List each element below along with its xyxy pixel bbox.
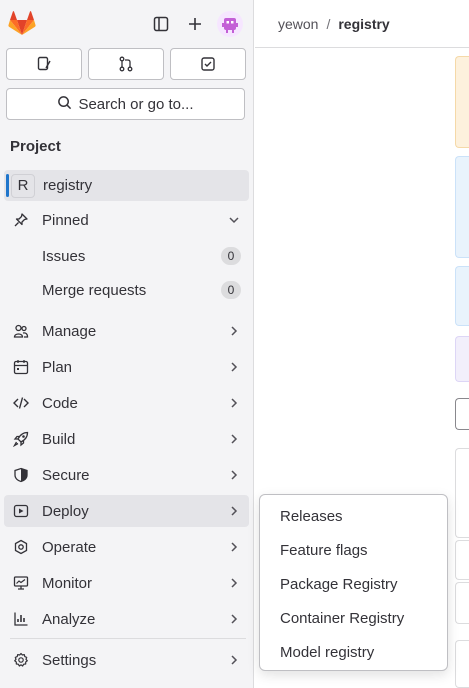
chevron-right-icon	[227, 432, 241, 446]
content-card-stub	[455, 266, 469, 326]
content-card-stub	[455, 540, 469, 580]
chevron-right-icon	[227, 653, 241, 667]
content-card-stub	[455, 336, 469, 382]
nav-label: Manage	[42, 322, 97, 340]
search-button[interactable]: Search or go to...	[6, 88, 245, 120]
deploy-flyout-menu: Releases Feature flags Package Registry …	[259, 494, 448, 671]
chevron-right-icon	[227, 540, 241, 554]
shield-icon	[13, 467, 29, 483]
breadcrumb-group-link[interactable]: yewon	[278, 16, 318, 32]
content-card-stub	[455, 640, 469, 688]
breadcrumb-separator: /	[326, 15, 331, 32]
rocket-icon	[12, 431, 29, 448]
chevron-right-icon	[227, 504, 241, 518]
chevron-right-icon	[227, 612, 241, 626]
flyout-item-feature-flags[interactable]: Feature flags	[280, 542, 368, 559]
nav-item-deploy[interactable]: Deploy	[4, 495, 249, 527]
pinned-item-merge-requests[interactable]: Merge requests 0	[4, 274, 249, 306]
merge-request-icon[interactable]	[88, 48, 164, 80]
sidebar-toggle-icon[interactable]	[149, 12, 173, 36]
plus-icon[interactable]	[183, 12, 207, 36]
sidebar-divider	[10, 638, 246, 639]
pinned-item-label: Merge requests	[42, 281, 147, 299]
deployments-icon	[13, 503, 29, 519]
chevron-right-icon	[227, 576, 241, 590]
pinned-item-issues[interactable]: Issues 0	[4, 240, 249, 272]
nav-label: Secure	[42, 466, 90, 484]
quick-actions	[6, 48, 246, 80]
nav-item-manage[interactable]: Manage	[4, 315, 249, 347]
nav-label: Deploy	[42, 502, 89, 520]
flyout-item-package-registry[interactable]: Package Registry	[280, 576, 398, 593]
pinned-label: Pinned	[42, 211, 89, 229]
nav-label: Build	[42, 430, 76, 448]
chevron-right-icon	[227, 324, 241, 338]
chevron-down-icon	[227, 213, 241, 227]
nav-item-monitor[interactable]: Monitor	[4, 567, 249, 599]
issues-icon[interactable]	[6, 48, 82, 80]
sidebar: Search or go to... Project R registry Pi…	[0, 0, 254, 688]
count-badge: 0	[221, 281, 241, 299]
section-title: Project	[10, 138, 61, 155]
content-input-stub[interactable]	[455, 398, 469, 430]
todo-icon[interactable]	[170, 48, 246, 80]
search-label: Search or go to...	[78, 95, 194, 113]
content-card-stub	[455, 156, 469, 258]
sidebar-topbar	[0, 0, 254, 48]
breadcrumb: yewon / registry	[255, 0, 469, 48]
code-icon	[13, 395, 29, 411]
nav-label: Analyze	[42, 610, 96, 628]
thumbtack-icon	[13, 212, 29, 228]
project-item[interactable]: R registry	[4, 170, 249, 201]
pinned-toggle[interactable]: Pinned	[4, 204, 249, 236]
search-icon	[57, 95, 72, 114]
active-indicator	[6, 174, 9, 197]
nav-label: Code	[42, 394, 78, 412]
chart-icon	[13, 611, 29, 627]
project-avatar: R	[11, 173, 35, 198]
monitor-icon	[13, 575, 29, 591]
nav-item-build[interactable]: Build	[4, 423, 249, 455]
pinned-item-label: Issues	[42, 247, 86, 265]
project-name: registry	[43, 177, 93, 194]
nav-item-code[interactable]: Code	[4, 387, 249, 419]
gear-icon	[13, 652, 29, 668]
chevron-right-icon	[227, 360, 241, 374]
nav-item-secure[interactable]: Secure	[4, 459, 249, 491]
nav-item-operate[interactable]: Operate	[4, 531, 249, 563]
users-icon	[13, 323, 29, 339]
count-badge: 0	[221, 247, 241, 265]
nav-label: Operate	[42, 538, 97, 556]
nav-label: Plan	[42, 358, 73, 376]
flyout-item-container-registry[interactable]: Container Registry	[280, 610, 404, 627]
content-card-stub	[455, 448, 469, 538]
cloud-gear-icon	[13, 539, 29, 555]
gitlab-logo-icon[interactable]	[8, 10, 36, 36]
nav-label: Monitor	[42, 574, 93, 592]
content-card-stub	[455, 582, 469, 624]
flyout-item-model-registry[interactable]: Model registry	[280, 644, 374, 661]
chevron-right-icon	[227, 396, 241, 410]
chevron-right-icon	[227, 468, 241, 482]
nav-label: Settings	[42, 651, 97, 669]
nav-item-settings[interactable]: Settings	[4, 644, 249, 676]
user-avatar-icon[interactable]	[217, 11, 243, 37]
calendar-icon	[13, 359, 29, 375]
nav-item-analyze[interactable]: Analyze	[4, 603, 249, 635]
content-card-stub	[455, 56, 469, 148]
flyout-item-releases[interactable]: Releases	[280, 508, 343, 525]
nav-item-plan[interactable]: Plan	[4, 351, 249, 383]
breadcrumb-project-link[interactable]: registry	[338, 16, 389, 32]
